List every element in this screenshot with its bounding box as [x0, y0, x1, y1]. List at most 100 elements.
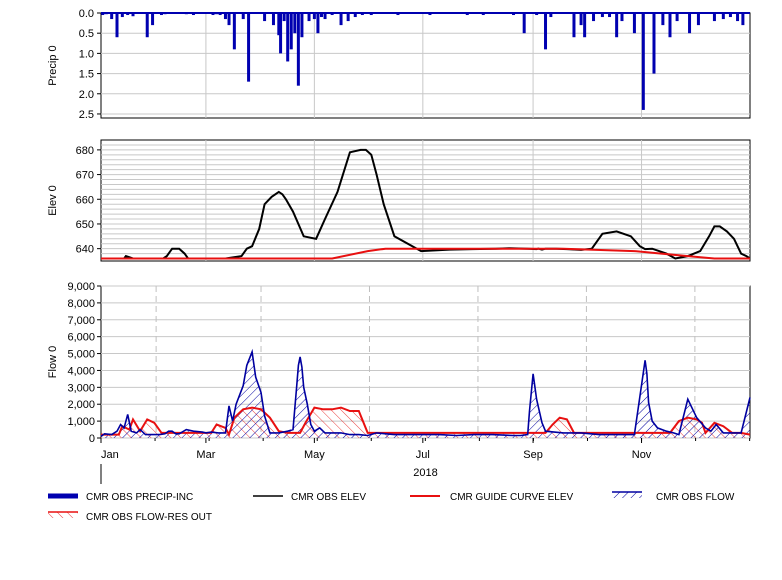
- legend-label: CMR OBS ELEV: [291, 492, 366, 503]
- legend-label: CMR OBS PRECIP-INC: [86, 492, 193, 503]
- legend-item-obs-flow: CMR OBS FLOW: [612, 491, 735, 503]
- precip-bar: [101, 13, 105, 16]
- precip-bar: [369, 13, 373, 16]
- precip-bar: [736, 13, 740, 22]
- elev-panel: 640 650 660 670 680 Elev 0: [47, 139, 751, 262]
- y-tick-label: 4,000: [67, 365, 95, 377]
- precip-bar: [712, 13, 716, 22]
- y-tick-label: 1,000: [67, 416, 95, 428]
- x-tick-label: Jul: [416, 449, 430, 461]
- legend: CMR OBS PRECIP-INC CMR OBS ELEV CMR GUID…: [48, 491, 735, 523]
- precip-panel: 0.0 0.5 1.0 1.5 2.0 2.5 Precip 0: [47, 8, 751, 121]
- precip-bar: [300, 13, 304, 38]
- precip-bar: [522, 13, 526, 34]
- legend-item-guide-curve: CMR GUIDE CURVE ELEV: [410, 492, 574, 503]
- precip-bar: [120, 13, 124, 18]
- precip-bar: [741, 13, 745, 26]
- x-tick-label: Jan: [101, 449, 119, 461]
- precip-bar: [428, 13, 432, 16]
- precip-bar: [312, 13, 316, 20]
- precip-bar: [592, 13, 596, 22]
- y-tick-label: 680: [76, 145, 94, 157]
- precip-bar: [668, 13, 672, 38]
- precip-bar: [223, 13, 227, 20]
- legend-label: CMR OBS FLOW-RES OUT: [86, 512, 212, 523]
- legend-item-flow-res-out: CMR OBS FLOW-RES OUT: [48, 511, 212, 523]
- precip-bar: [675, 13, 679, 22]
- precip-bar: [296, 13, 300, 86]
- y-tick-label: 3,000: [67, 382, 95, 394]
- precip-bar: [159, 13, 163, 16]
- x-tick-label: May: [304, 449, 325, 461]
- y-tick-label: 650: [76, 219, 94, 231]
- y-tick-label: 2.5: [79, 109, 94, 121]
- precip-bar: [199, 13, 203, 14]
- precip-bar: [535, 13, 539, 16]
- precip-bar: [151, 13, 155, 26]
- precip-bar: [319, 13, 323, 18]
- precip-bar: [215, 13, 219, 15]
- precip-bar: [446, 13, 450, 14]
- x-tick-label: Mar: [196, 449, 215, 461]
- precip-bar: [104, 13, 108, 15]
- precip-bar: [163, 13, 167, 15]
- precip-bar: [481, 13, 485, 16]
- precip-bar: [131, 13, 135, 17]
- precip-bar: [184, 13, 188, 15]
- precip-bar: [549, 13, 553, 18]
- y-tick-label: 6,000: [67, 332, 95, 344]
- legend-item-precip: CMR OBS PRECIP-INC: [48, 492, 193, 503]
- precip-bar: [232, 13, 236, 50]
- precip-bar: [145, 13, 149, 38]
- precip-bar: [583, 13, 587, 38]
- legend-item-obs-elev: CMR OBS ELEV: [253, 492, 366, 503]
- precip-bar: [282, 13, 286, 22]
- precip-bar: [115, 13, 119, 38]
- precip-bar: [289, 13, 293, 50]
- precip-bar: [360, 13, 364, 16]
- y-tick-label: 1.0: [79, 48, 94, 60]
- precip-bar: [263, 13, 267, 22]
- precip-bar: [600, 13, 604, 18]
- precip-bar: [330, 13, 334, 16]
- y-tick-label: 2,000: [67, 399, 95, 411]
- precip-bar: [218, 13, 222, 16]
- precip-bar: [110, 13, 114, 20]
- precip-bar: [544, 13, 548, 50]
- precip-bar: [279, 13, 283, 54]
- precip-bar: [620, 13, 624, 22]
- precip-bar: [721, 13, 725, 20]
- y-tick-label: 8,000: [67, 298, 95, 310]
- precip-bar: [641, 13, 645, 110]
- precip-bar: [323, 13, 327, 20]
- y-axis-label: Elev 0: [47, 185, 59, 216]
- precip-bar: [632, 13, 636, 34]
- precip-bar: [170, 13, 174, 14]
- precip-bar: [241, 13, 245, 20]
- precip-bar: [512, 13, 516, 16]
- y-tick-label: 0: [89, 433, 95, 445]
- y-tick-label: 1.5: [79, 69, 94, 81]
- precip-bar: [608, 13, 612, 18]
- precip-bar: [271, 13, 275, 26]
- precip-bar: [247, 13, 251, 82]
- precip-bar: [227, 13, 231, 26]
- precip-bar: [688, 13, 692, 34]
- y-tick-label: 660: [76, 194, 94, 206]
- x-tick-label: Sep: [523, 449, 543, 461]
- precip-bar: [465, 13, 469, 16]
- precip-bar: [316, 13, 320, 34]
- precip-bar: [661, 13, 665, 26]
- y-tick-label: 640: [76, 244, 94, 256]
- y-tick-label: 2.0: [79, 89, 94, 101]
- precip-bar: [728, 13, 732, 18]
- x-tick-label: Nov: [632, 449, 652, 461]
- precip-bar: [652, 13, 656, 74]
- precip-bar: [286, 13, 290, 62]
- precip-bar: [353, 13, 357, 18]
- precip-bar: [211, 13, 215, 16]
- y-tick-label: 0.5: [79, 28, 94, 40]
- precip-bar: [293, 13, 297, 34]
- precip-bar: [339, 13, 343, 26]
- y-tick-label: 0.0: [79, 8, 94, 20]
